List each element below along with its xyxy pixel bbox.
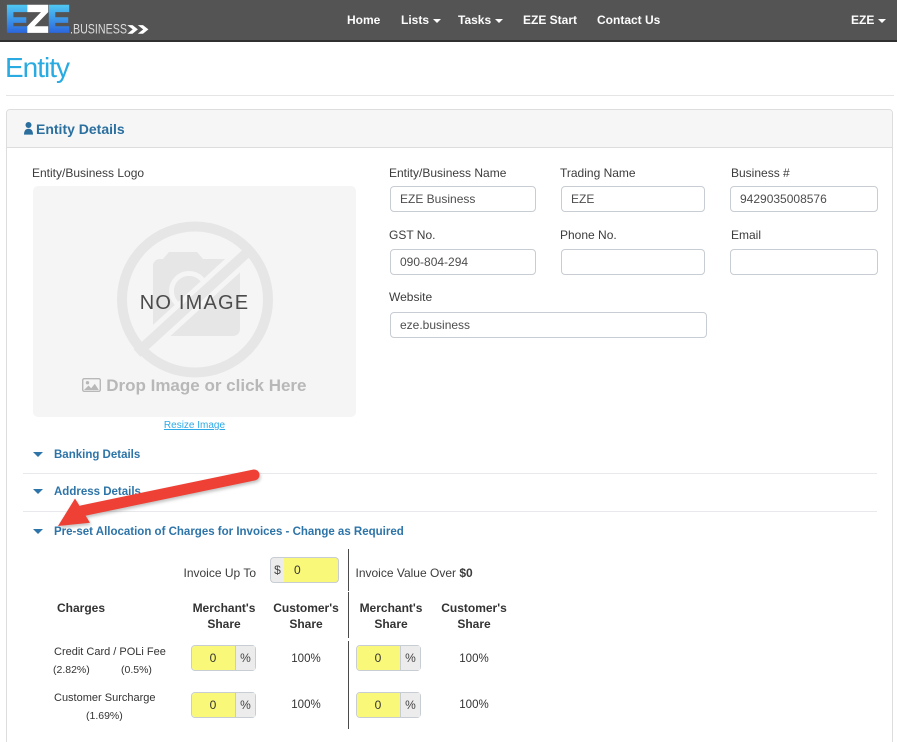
svg-text:.BUSINESS: .BUSINESS <box>70 21 127 37</box>
